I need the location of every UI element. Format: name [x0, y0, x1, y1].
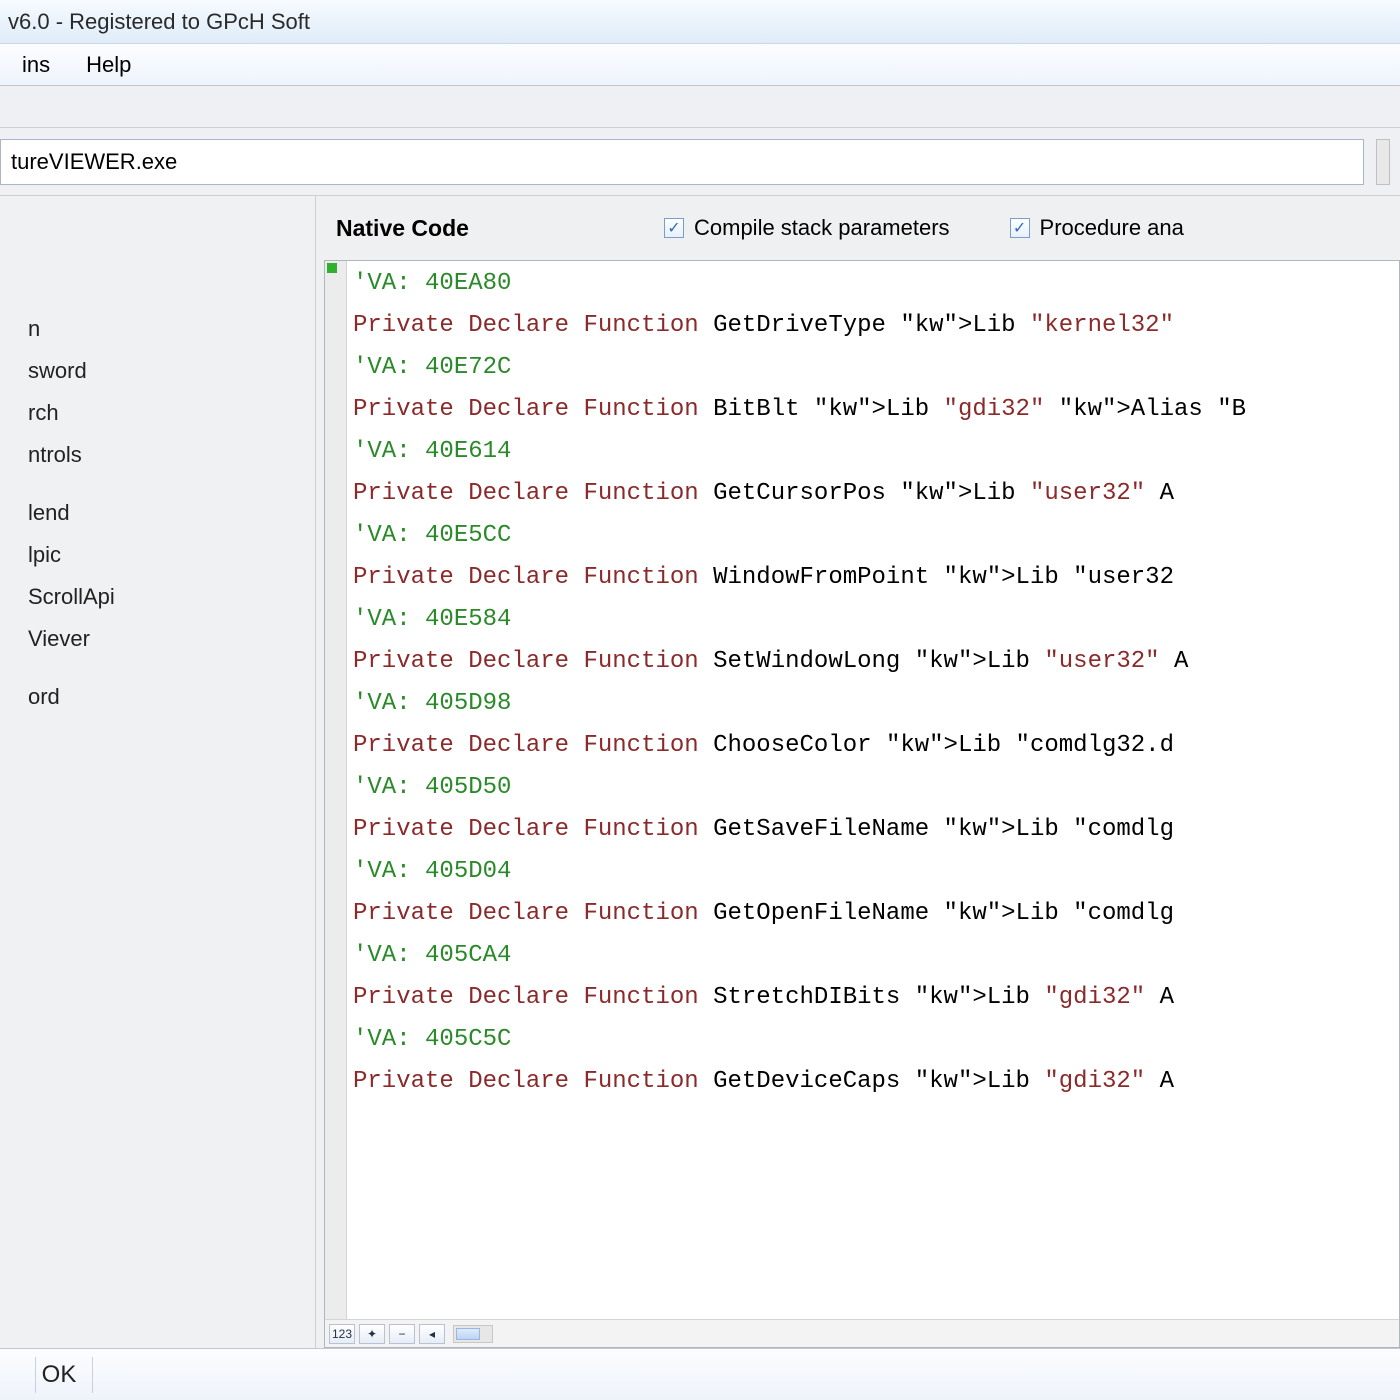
code-header-row: Native Code ✓ Compile stack parameters ✓… [316, 196, 1400, 260]
window-title: v6.0 - Registered to GPcH Soft [8, 9, 310, 35]
window-titlebar: v6.0 - Registered to GPcH Soft [0, 0, 1400, 44]
tree-pane[interactable]: n sword rch ntrols lend lpic ScrollApi V… [0, 196, 316, 1348]
gadget-scroll-left-icon[interactable]: ◂ [419, 1324, 445, 1344]
tree-node[interactable]: ntrols [0, 434, 315, 476]
tree-node[interactable]: lend [0, 492, 315, 534]
status-ok: OK [36, 1357, 94, 1393]
tree-node[interactable]: lpic [0, 534, 315, 576]
right-pane: Native Code ✓ Compile stack parameters ✓… [316, 196, 1400, 1348]
h-scrollbar[interactable] [453, 1325, 493, 1343]
gadget-expand-icon[interactable]: ✦ [359, 1324, 385, 1344]
status-bar: OK [0, 1348, 1400, 1400]
code-heading: Native Code [336, 215, 664, 242]
tree-node[interactable]: n [0, 308, 315, 350]
tree-node[interactable] [0, 476, 315, 492]
scroll-thumb[interactable] [456, 1328, 480, 1340]
menu-item-ins[interactable]: ins [4, 46, 68, 84]
tree-node[interactable]: sword [0, 350, 315, 392]
path-input[interactable] [0, 139, 1364, 185]
bookmark-icon [327, 263, 337, 273]
toolbar-strip [0, 86, 1400, 128]
checkbox-label: Compile stack parameters [694, 215, 950, 241]
menubar: ins Help [0, 44, 1400, 86]
tree-node[interactable]: rch [0, 392, 315, 434]
check-icon: ✓ [664, 218, 684, 238]
code-text[interactable]: 'VA: 40EA80 Private Declare Function Get… [347, 261, 1399, 1319]
tree-node[interactable]: ScrollApi [0, 576, 315, 618]
status-empty [6, 1357, 36, 1393]
gadget-linenum-icon[interactable]: 123 [329, 1324, 355, 1344]
tree-node[interactable] [0, 276, 315, 292]
code-bottom-bar: 123 ✦ − ◂ [325, 1319, 1399, 1347]
code-editor[interactable]: 'VA: 40EA80 Private Declare Function Get… [324, 260, 1400, 1348]
path-row [0, 128, 1400, 196]
code-gutter [325, 261, 347, 1319]
check-icon: ✓ [1010, 218, 1030, 238]
tree-node[interactable]: ord [0, 676, 315, 718]
tree-node[interactable]: Viever [0, 618, 315, 660]
checkbox-label: Procedure ana [1040, 215, 1184, 241]
checkbox-compile-stack[interactable]: ✓ Compile stack parameters [664, 215, 950, 241]
main-split: n sword rch ntrols lend lpic ScrollApi V… [0, 196, 1400, 1348]
gadget-collapse-icon[interactable]: − [389, 1324, 415, 1344]
tree-node[interactable] [0, 292, 315, 308]
browse-button[interactable] [1376, 139, 1390, 185]
checkbox-procedure-ana[interactable]: ✓ Procedure ana [1010, 215, 1184, 241]
tree-node[interactable] [0, 660, 315, 676]
menu-item-help[interactable]: Help [68, 46, 149, 84]
